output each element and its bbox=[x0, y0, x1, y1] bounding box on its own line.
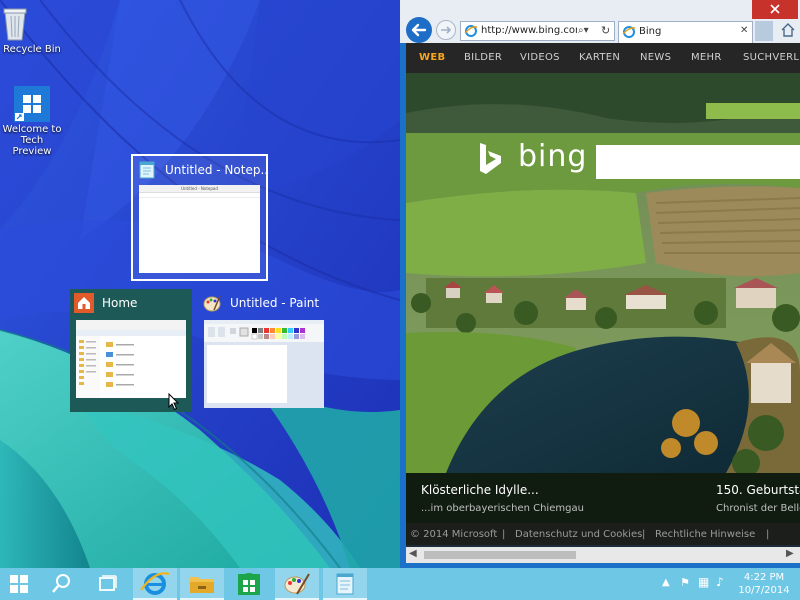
task-thumbnail-header: Untitled - Paint bbox=[198, 289, 328, 317]
footer-separator: | bbox=[642, 529, 646, 540]
caption-right-subtitle[interactable]: Chronist der Belle bbox=[716, 503, 800, 514]
bing-top-nav: WEB BILDER VIDEOS KARTEN NEWS MEHR SUCHV… bbox=[406, 43, 800, 73]
clock-date: 10/7/2014 bbox=[738, 585, 790, 596]
home-icon bbox=[74, 293, 94, 313]
search-dropdown-icon[interactable]: ⌕▾ bbox=[578, 25, 589, 36]
paint-icon bbox=[284, 573, 310, 595]
taskbar-store[interactable] bbox=[227, 568, 271, 600]
scroll-right-icon[interactable]: ▶ bbox=[786, 548, 794, 559]
new-tab-button[interactable] bbox=[755, 21, 773, 41]
close-tab-icon[interactable]: ✕ bbox=[740, 25, 748, 36]
task-view-icon bbox=[99, 575, 117, 591]
paint-icon bbox=[202, 293, 222, 313]
nav-news[interactable]: NEWS bbox=[640, 43, 671, 73]
nav-suchverlauf[interactable]: SUCHVERL bbox=[743, 43, 799, 73]
nav-karten[interactable]: KARTEN bbox=[579, 43, 620, 73]
taskbar-file-explorer[interactable] bbox=[180, 568, 224, 600]
caption-right-title[interactable]: 150. Geburtsta bbox=[716, 483, 800, 497]
windows-start-icon bbox=[10, 575, 28, 593]
bing-logo-icon bbox=[476, 141, 504, 177]
horizontal-scrollbar[interactable]: ◀ ▶ bbox=[406, 547, 800, 563]
notepad-preview-title: Untitled - Notepad bbox=[139, 185, 260, 193]
internet-explorer-window[interactable]: http://www.bing.com ⌕▾ ↻ Bing ✕ WEB BILD… bbox=[400, 0, 800, 568]
clock-time: 4:22 PM bbox=[743, 572, 785, 583]
windows-logo-icon bbox=[14, 86, 50, 122]
bing-footer: © 2014 Microsoft | Datenschutz und Cooki… bbox=[406, 523, 800, 547]
address-bar[interactable]: http://www.bing.com ⌕▾ ↻ bbox=[460, 21, 615, 41]
footer-separator: | bbox=[502, 529, 506, 540]
recycle-bin-label: Recycle Bin bbox=[3, 44, 61, 55]
task-thumbnail-paint[interactable]: Untitled - Paint bbox=[198, 289, 328, 412]
store-icon bbox=[238, 572, 260, 595]
bing-homepage-image: bing Klösterliche Idylle... ...im oberba… bbox=[406, 73, 800, 545]
caption-left-title[interactable]: Klösterliche Idylle... bbox=[421, 483, 539, 497]
task-thumbnail-title: Untitled - Notep... bbox=[165, 163, 266, 177]
address-text[interactable]: http://www.bing.com bbox=[481, 25, 577, 36]
recycle-bin-icon bbox=[3, 6, 47, 42]
footer-legal-link[interactable]: Rechtliche Hinweise bbox=[655, 529, 755, 540]
search-icon bbox=[52, 574, 70, 593]
recycle-bin-shortcut[interactable]: Recycle Bin bbox=[0, 6, 64, 55]
nav-web[interactable]: WEB bbox=[419, 43, 445, 73]
task-thumbnail-header: Untitled - Notep... bbox=[133, 156, 266, 184]
tab-bing[interactable]: Bing ✕ bbox=[618, 21, 753, 43]
back-button[interactable] bbox=[406, 17, 432, 43]
paint-preview bbox=[204, 320, 324, 408]
home-icon[interactable] bbox=[780, 22, 796, 38]
caption-left-subtitle[interactable]: ...im oberbayerischen Chiemgau bbox=[421, 503, 584, 514]
task-thumbnail-title: Untitled - Paint bbox=[230, 296, 320, 310]
explorer-preview bbox=[76, 320, 186, 398]
notepad-icon bbox=[336, 573, 354, 595]
volume-icon[interactable]: ♪ bbox=[716, 575, 724, 589]
show-hidden-icons[interactable]: ▲ bbox=[662, 577, 670, 588]
notepad-icon bbox=[137, 160, 157, 180]
scrollbar-thumb[interactable] bbox=[424, 551, 576, 559]
welcome-label-line1: Welcome to bbox=[2, 124, 62, 135]
tab-title: Bing bbox=[639, 26, 662, 37]
task-thumbnail-header: Home bbox=[70, 289, 192, 317]
task-view-button[interactable] bbox=[88, 568, 126, 600]
footer-privacy-link[interactable]: Datenschutz und Cookies bbox=[515, 529, 642, 540]
arrow-left-icon bbox=[411, 23, 427, 37]
desktop[interactable]: Recycle Bin Welcome to Tech Preview Unti… bbox=[0, 0, 400, 568]
search-button[interactable] bbox=[42, 568, 80, 600]
browser-toolbar: http://www.bing.com ⌕▾ ↻ Bing ✕ bbox=[400, 0, 800, 43]
welcome-shortcut[interactable]: Welcome to Tech Preview bbox=[0, 86, 64, 157]
taskbar: ▲ ⚑ ▦ ♪ 4:22 PM 10/7/2014 bbox=[0, 568, 800, 600]
internet-explorer-icon bbox=[140, 572, 170, 595]
welcome-label-line2: Tech Preview bbox=[12, 135, 52, 157]
bing-search-input[interactable] bbox=[596, 145, 800, 179]
notepad-preview: Untitled - Notepad bbox=[139, 185, 260, 273]
nav-mehr[interactable]: MEHR bbox=[691, 43, 722, 73]
ie-tab-icon bbox=[622, 25, 636, 42]
file-explorer-icon bbox=[190, 577, 214, 593]
scroll-left-icon[interactable]: ◀ bbox=[409, 548, 417, 559]
bing-logo-text: bing bbox=[518, 139, 588, 174]
taskbar-internet-explorer[interactable] bbox=[133, 568, 177, 600]
task-thumbnail-title: Home bbox=[102, 296, 138, 310]
task-thumbnail-home[interactable]: Home bbox=[70, 289, 192, 412]
taskbar-paint[interactable] bbox=[275, 568, 319, 600]
nav-bilder[interactable]: BILDER bbox=[464, 43, 502, 73]
close-icon bbox=[770, 4, 780, 14]
refresh-icon[interactable]: ↻ bbox=[601, 24, 610, 37]
taskbar-notepad[interactable] bbox=[323, 568, 367, 600]
start-button[interactable] bbox=[0, 568, 38, 600]
footer-copyright: © 2014 Microsoft bbox=[410, 529, 498, 540]
clock[interactable]: 4:22 PM 10/7/2014 bbox=[735, 571, 793, 597]
ie-page-icon bbox=[464, 24, 478, 41]
arrow-right-icon bbox=[441, 26, 452, 34]
network-icon[interactable]: ▦ bbox=[698, 575, 709, 589]
footer-separator: | bbox=[766, 529, 770, 540]
task-thumbnail-notepad[interactable]: Untitled - Notep... Untitled - Notepad bbox=[131, 154, 268, 281]
action-center-icon[interactable]: ⚑ bbox=[680, 576, 690, 589]
close-window-button[interactable] bbox=[752, 0, 798, 19]
forward-button[interactable] bbox=[436, 20, 456, 40]
nav-videos[interactable]: VIDEOS bbox=[520, 43, 560, 73]
